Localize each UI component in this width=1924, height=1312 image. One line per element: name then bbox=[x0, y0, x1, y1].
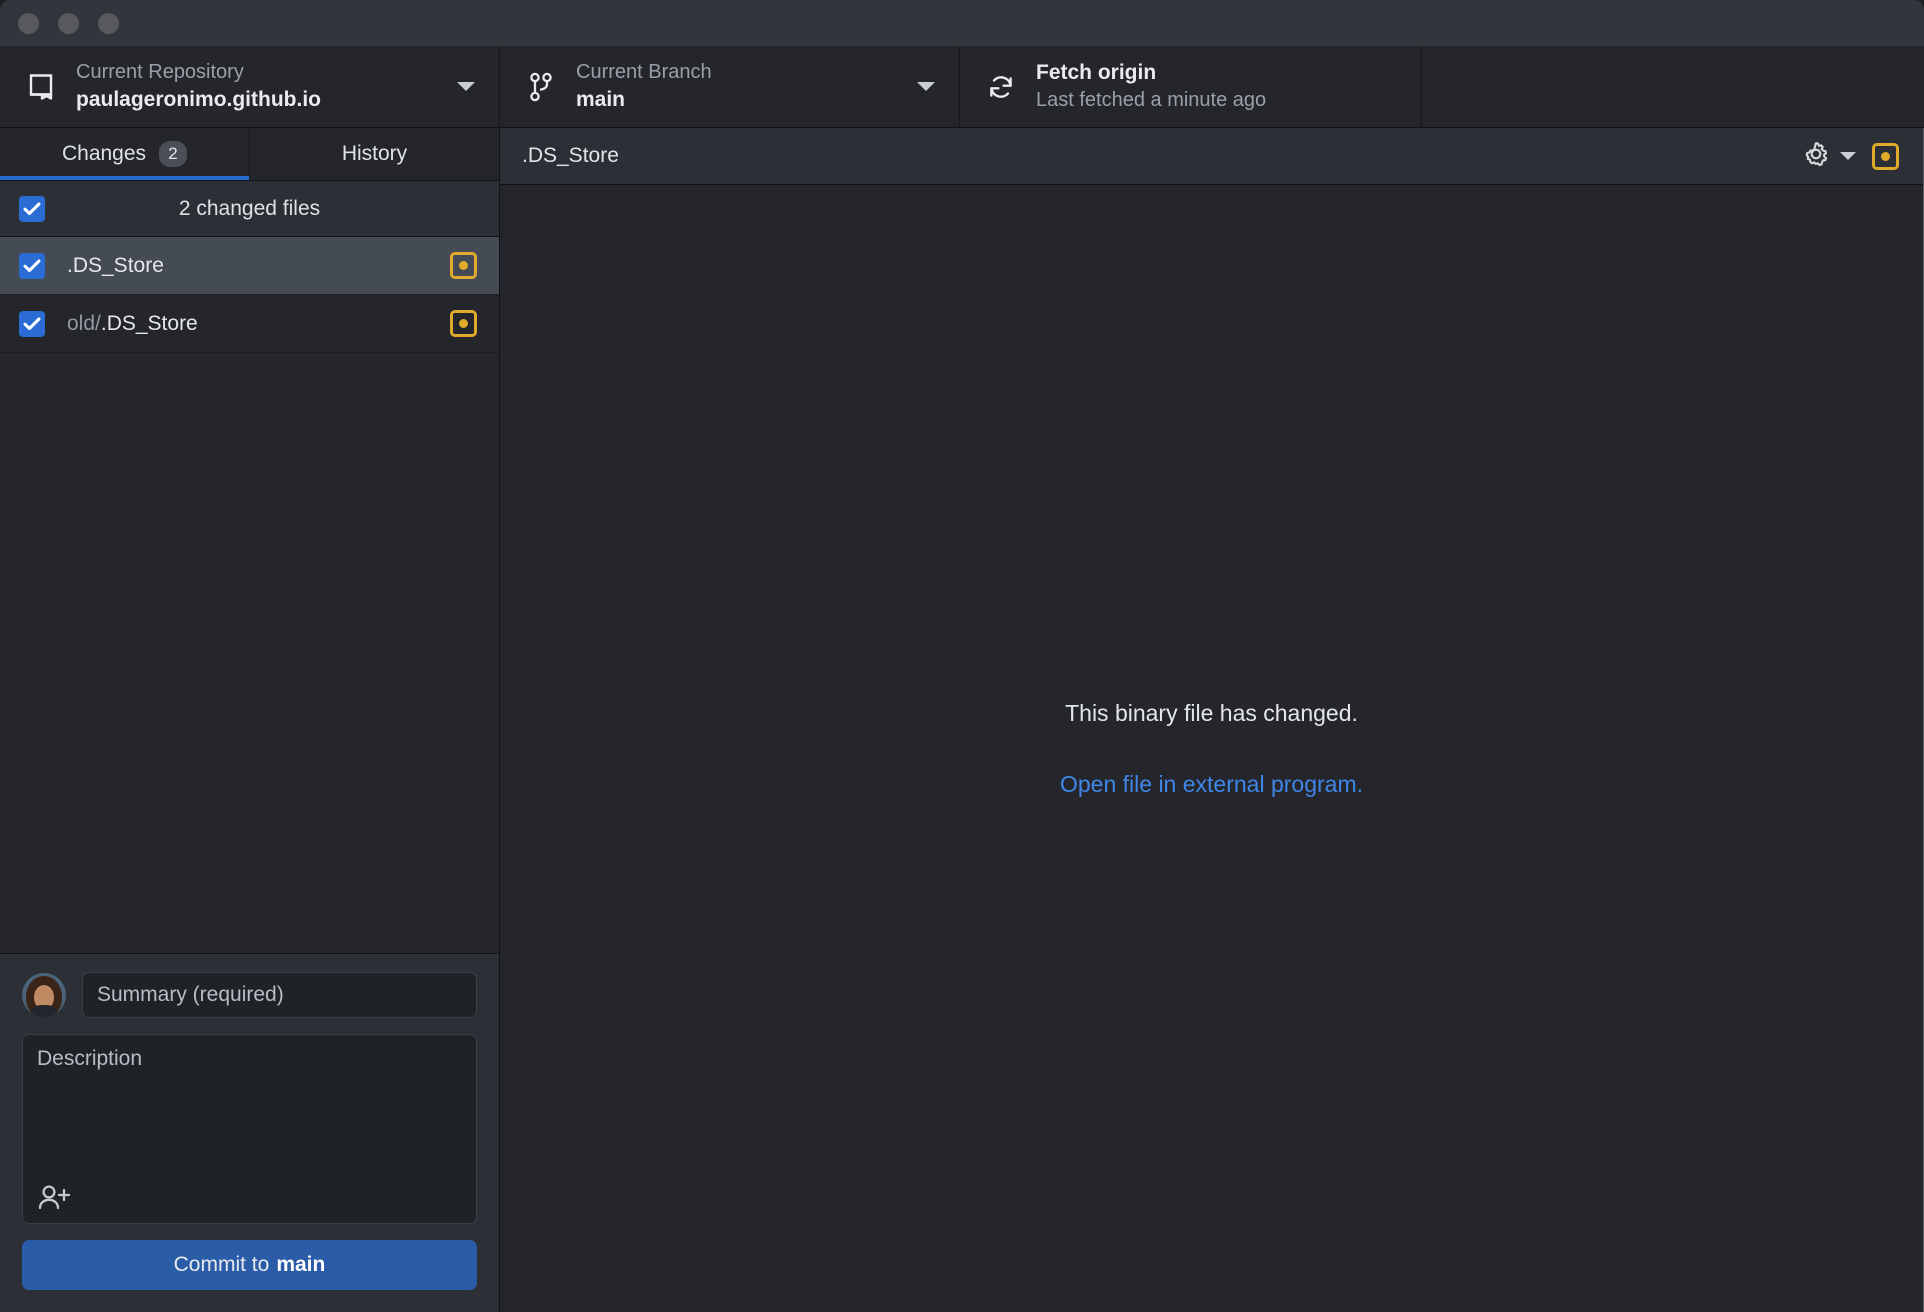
file-checkbox[interactable] bbox=[19, 252, 45, 279]
changes-sidebar: Changes 2 History 2 changed files .DS_St… bbox=[0, 128, 500, 1312]
commit-button-prefix: Commit to bbox=[173, 1253, 270, 1276]
gear-icon bbox=[1801, 139, 1831, 174]
file-row-old-ds-store[interactable]: old/.DS_Store bbox=[0, 295, 499, 353]
file-checkbox[interactable] bbox=[19, 310, 45, 337]
current-branch-button[interactable]: Current Branch main bbox=[500, 46, 960, 127]
diff-header: .DS_Store bbox=[500, 128, 1923, 185]
file-row-ds-store[interactable]: .DS_Store bbox=[0, 237, 499, 295]
commit-description-box[interactable] bbox=[22, 1034, 477, 1224]
diff-content: This binary file has changed. Open file … bbox=[500, 185, 1923, 1312]
sync-icon bbox=[984, 72, 1018, 102]
commit-description-input[interactable] bbox=[37, 1047, 462, 1165]
tab-history-label: History bbox=[341, 142, 408, 165]
minimize-window-button[interactable] bbox=[58, 12, 79, 34]
current-branch-value: main bbox=[576, 87, 626, 111]
diff-header-actions bbox=[1801, 139, 1899, 174]
fetch-origin-title: Fetch origin bbox=[1036, 60, 1157, 84]
changed-files-count: 2 changed files bbox=[178, 196, 321, 220]
toolbar: Current Repository paulageronimo.github.… bbox=[0, 46, 1924, 128]
diff-options-button[interactable] bbox=[1801, 139, 1856, 174]
file-status-modified-icon bbox=[450, 310, 477, 337]
sidebar-tabs: Changes 2 History bbox=[0, 128, 499, 181]
file-status-modified-icon bbox=[450, 252, 477, 279]
branch-icon bbox=[524, 72, 558, 102]
select-all-checkbox[interactable] bbox=[19, 195, 45, 222]
tab-changes[interactable]: Changes 2 bbox=[0, 128, 250, 180]
fetch-origin-button[interactable]: Fetch origin Last fetched a minute ago bbox=[960, 46, 1422, 127]
file-path: .DS_Store bbox=[67, 254, 450, 278]
zoom-window-button[interactable] bbox=[98, 12, 119, 34]
commit-summary-input[interactable] bbox=[82, 972, 477, 1018]
current-repository-button[interactable]: Current Repository paulageronimo.github.… bbox=[0, 46, 500, 127]
file-path: old/.DS_Store bbox=[67, 312, 450, 336]
chevron-down-icon bbox=[1840, 152, 1856, 160]
file-basename: .DS_Store bbox=[100, 311, 198, 335]
select-all-row[interactable]: 2 changed files bbox=[0, 181, 499, 237]
chevron-down-icon bbox=[917, 82, 935, 91]
tab-changes-label: Changes bbox=[61, 142, 147, 165]
add-coauthor-icon[interactable] bbox=[37, 1183, 71, 1213]
commit-button[interactable]: Commit to main bbox=[22, 1240, 477, 1290]
avatar bbox=[22, 973, 66, 1017]
main-split: Changes 2 History 2 changed files .DS_St… bbox=[0, 128, 1924, 1312]
binary-file-message: This binary file has changed. bbox=[1065, 699, 1358, 726]
current-repository-value: paulageronimo.github.io bbox=[76, 87, 321, 111]
close-window-button[interactable] bbox=[18, 12, 39, 34]
fetch-origin-subtitle: Last fetched a minute ago bbox=[1036, 89, 1267, 112]
diff-pane: .DS_Store This binary file has changed. … bbox=[500, 128, 1924, 1312]
commit-button-branch: main bbox=[276, 1253, 326, 1276]
repo-icon bbox=[24, 73, 58, 101]
open-file-external-link[interactable]: Open file in external program. bbox=[1060, 771, 1363, 798]
diff-status-modified-icon bbox=[1872, 142, 1899, 170]
file-directory: old/ bbox=[67, 311, 101, 335]
file-basename: .DS_Store bbox=[67, 253, 164, 277]
chevron-down-icon bbox=[457, 82, 475, 91]
current-repository-label: Current Repository bbox=[76, 60, 244, 83]
changed-files-list[interactable]: .DS_Store old/.DS_Store bbox=[0, 237, 499, 953]
tab-history[interactable]: History bbox=[250, 128, 499, 180]
tab-changes-badge: 2 bbox=[159, 141, 188, 167]
diff-filename: .DS_Store bbox=[522, 144, 619, 167]
commit-summary-line bbox=[22, 972, 477, 1018]
github-desktop-window: Current Repository paulageronimo.github.… bbox=[0, 0, 1924, 1312]
current-branch-label: Current Branch bbox=[576, 60, 712, 83]
window-controls bbox=[18, 12, 119, 34]
commit-form: Commit to main bbox=[0, 953, 499, 1312]
title-bar bbox=[0, 0, 1924, 46]
